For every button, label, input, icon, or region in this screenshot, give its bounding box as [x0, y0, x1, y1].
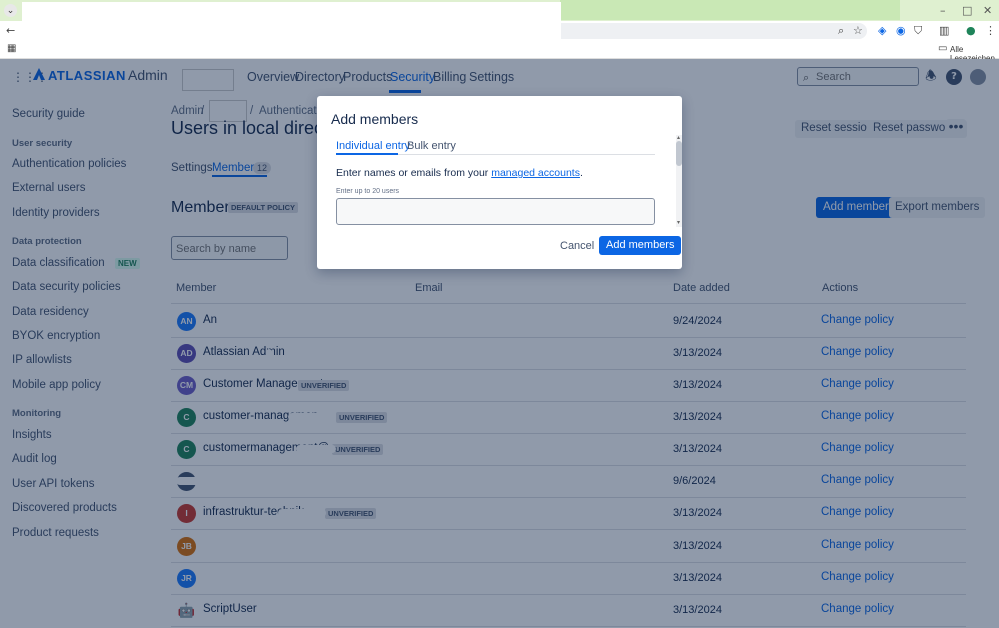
folder-icon: ▭	[938, 43, 948, 54]
browser-tab-strip	[0, 0, 999, 21]
users-limit-hint: Enter up to 20 users	[336, 188, 400, 195]
users-entry-field[interactable]	[336, 198, 655, 225]
instructions-text: Enter names or emails from your	[336, 167, 492, 179]
browser-menu-icon[interactable]: ⋮	[985, 24, 996, 37]
zoom-icon[interactable]: ⌕	[838, 24, 844, 38]
maximize-icon[interactable]: □	[962, 4, 972, 17]
scroll-down-icon[interactable]: ▾	[677, 219, 680, 226]
address-bar[interactable]	[561, 23, 867, 39]
submit-add-members-button[interactable]: Add members	[599, 236, 682, 255]
back-icon[interactable]: ←	[6, 24, 15, 37]
bookmark-star-icon[interactable]: ☆	[853, 24, 863, 37]
tab-bulk-entry[interactable]: Bulk entry	[407, 140, 456, 152]
dialog-tab-active-indicator	[336, 153, 398, 155]
managed-accounts-link[interactable]: managed accounts	[491, 167, 580, 179]
bookmarks-bar	[0, 41, 999, 59]
dialog-scrollbar[interactable]	[676, 135, 682, 227]
scrollbar-thumb[interactable]	[676, 141, 682, 166]
tab-individual-entry[interactable]: Individual entry	[336, 140, 410, 152]
instructions-period: .	[579, 167, 583, 179]
extension-shield-icon[interactable]: ◈	[878, 24, 886, 37]
profile-icon[interactable]: ●	[966, 24, 976, 37]
apps-grid-icon[interactable]: ▦	[7, 43, 16, 54]
dialog-instructions: Enter names or emails from your managed …	[336, 167, 583, 179]
close-icon[interactable]: ✕	[983, 4, 992, 17]
cancel-button[interactable]: Cancel	[556, 239, 598, 255]
active-browser-tab[interactable]	[22, 2, 561, 21]
scroll-up-icon[interactable]: ▴	[677, 134, 680, 141]
extension-circle-icon[interactable]: ◉	[896, 24, 906, 37]
minimize-icon[interactable]: –	[940, 4, 946, 17]
tab-strip-background	[560, 0, 900, 20]
sidepanel-icon[interactable]: ▥	[939, 24, 949, 37]
users-entry-input[interactable]	[337, 199, 654, 224]
dialog-title: Add members	[331, 111, 419, 127]
tab-search-icon[interactable]: ⌄	[4, 4, 17, 17]
